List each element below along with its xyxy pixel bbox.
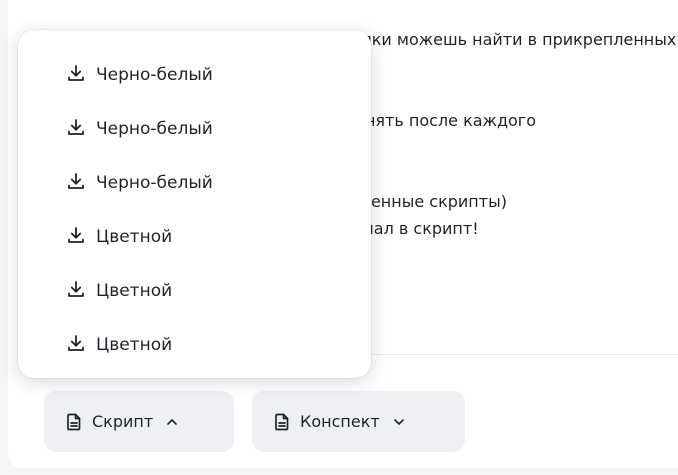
menu-item-label: Черно-белый (96, 119, 213, 139)
menu-item-bw-1[interactable]: Черно-белый (18, 48, 371, 102)
document-icon (272, 412, 292, 432)
script-dropdown-menu: Черно-белый Черно-белый Черно-белый Цвет… (18, 30, 371, 378)
script-button-label: Скрипт (92, 412, 154, 431)
download-icon (66, 333, 86, 358)
menu-item-label: Черно-белый (96, 65, 213, 85)
download-icon (66, 63, 86, 88)
menu-item-color-3[interactable]: Цветной (18, 318, 371, 372)
menu-item-label: Цветной (96, 335, 173, 355)
menu-item-label: Черно-белый (96, 173, 213, 193)
menu-item-color-1[interactable]: Цветной (18, 210, 371, 264)
menu-item-color-2[interactable]: Цветной (18, 264, 371, 318)
menu-item-bw-2[interactable]: Черно-белый (18, 102, 371, 156)
download-icon (66, 117, 86, 142)
notes-button-label: Конспект (300, 412, 380, 431)
menu-item-label: Цветной (96, 227, 173, 247)
script-button[interactable]: Скрипт (44, 391, 234, 452)
download-icon (66, 171, 86, 196)
menu-item-bw-3[interactable]: Черно-белый (18, 156, 371, 210)
download-icon (66, 279, 86, 304)
chevron-up-icon (165, 415, 179, 429)
document-icon (64, 412, 84, 432)
menu-item-label: Цветной (96, 281, 173, 301)
download-icon (66, 225, 86, 250)
notes-button[interactable]: Конспект (252, 391, 465, 452)
chevron-down-icon (392, 415, 406, 429)
